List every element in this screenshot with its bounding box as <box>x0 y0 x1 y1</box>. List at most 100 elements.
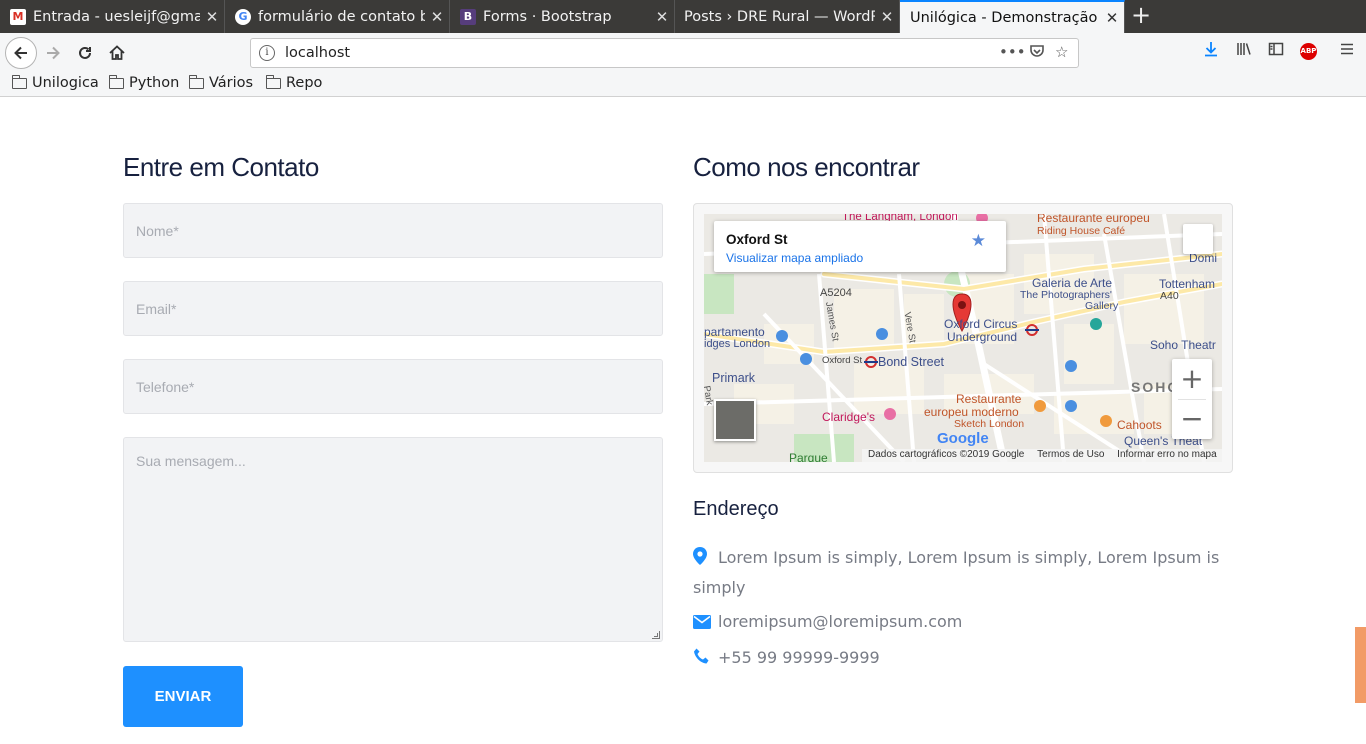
url-text[interactable]: localhost <box>285 45 350 61</box>
reload-button[interactable] <box>70 38 100 68</box>
map-data-credit: Dados cartográficos ©2019 Google <box>868 449 1025 460</box>
bookmark-star-icon[interactable]: ☆ <box>1055 43 1068 61</box>
reload-icon <box>79 46 91 59</box>
map-container: The Langham, London Restaurante europeu … <box>693 203 1233 473</box>
phone-text[interactable]: +55 99 99999-9999 <box>718 648 880 667</box>
home-button[interactable] <box>102 38 132 68</box>
resize-handle-icon[interactable] <box>652 631 660 639</box>
close-tab-icon[interactable]: ✕ <box>650 8 674 26</box>
close-tab-icon[interactable]: ✕ <box>1100 9 1124 27</box>
bookmarks-toolbar: Unilogica Python Vários Repo <box>0 73 1366 97</box>
tab-title: Entrada - uesleijf@gmail.com <box>33 8 200 25</box>
map-label-apartamento: partamento <box>704 325 765 339</box>
new-tab-button[interactable]: + <box>1126 0 1156 33</box>
google-logo: Google <box>937 430 989 447</box>
map-label-cahoots: Cahoots <box>1117 418 1162 432</box>
map-label-a40: A40 <box>1160 290 1179 302</box>
map-label-sketch: Sketch London <box>954 418 1025 430</box>
bookmark-folder-varios[interactable]: Vários <box>188 74 253 91</box>
fullscreen-button[interactable] <box>1183 224 1213 254</box>
url-bar[interactable]: i localhost ••• ☆ <box>250 38 1079 68</box>
map-label-riding-house: Riding House Café <box>1037 225 1126 237</box>
map-label-claridges: Claridge's <box>822 410 875 424</box>
message-placeholder: Sua mensagem... <box>136 453 246 469</box>
navigation-toolbar: i localhost ••• ☆ ABP <box>0 33 1366 73</box>
folder-icon <box>188 74 204 89</box>
name-field[interactable]: Nome* <box>123 203 663 258</box>
map-attribution: Dados cartográficos ©2019 Google Termos … <box>862 449 1222 462</box>
bookmark-folder-unilogica[interactable]: Unilogica <box>11 74 99 91</box>
email-line: loremipsum@loremipsum.com <box>693 608 962 638</box>
tab-title: formulário de contato bootstrap <box>258 8 425 25</box>
address-line: Lorem Ipsum is simply, Lorem Ipsum is si… <box>693 544 1233 602</box>
map-label-europeu-moderno: europeu moderno <box>924 405 1019 419</box>
report-error-link[interactable]: Informar erro no mapa <box>1117 449 1217 460</box>
bookmark-label: Unilogica <box>32 75 99 91</box>
address-heading: Endereço <box>693 498 779 520</box>
page-content: Entre em Contato Nome* Email* Telefone* … <box>0 97 1366 744</box>
map-label-underground: Underground <box>947 330 1018 344</box>
tab-google[interactable]: G formulário de contato bootstrap ✕ <box>225 0 450 33</box>
save-star-icon[interactable]: ★ <box>971 231 986 251</box>
adblock-icon[interactable]: ABP <box>1300 43 1317 60</box>
find-us-heading: Como nos encontrar <box>693 152 920 182</box>
close-tab-icon[interactable]: ✕ <box>425 8 449 26</box>
tab-gmail[interactable]: M Entrada - uesleijf@gmail.com ✕ <box>0 0 225 33</box>
sidebar-icon[interactable] <box>1268 41 1284 61</box>
pocket-icon[interactable] <box>1029 43 1045 63</box>
email-placeholder: Email* <box>136 301 177 317</box>
tab-wordpress[interactable]: Posts › DRE Rural — WordPress ✕ <box>675 0 900 33</box>
page-actions-icon[interactable]: ••• <box>999 43 1026 61</box>
google-icon: G <box>235 8 251 25</box>
scrollbar-thumb[interactable] <box>1355 627 1366 703</box>
phone-placeholder: Telefone* <box>136 379 195 395</box>
map-label-oxford-circus: Oxford Circus <box>944 317 1018 331</box>
envelope-icon <box>693 610 711 638</box>
address-text: Lorem Ipsum is simply, Lorem Ipsum is si… <box>693 548 1220 597</box>
menu-icon[interactable] <box>1339 41 1355 61</box>
map-label-tottenham: Tottenham <box>1159 277 1216 291</box>
close-tab-icon[interactable]: ✕ <box>200 8 224 26</box>
bookmark-label: Repo <box>286 75 323 91</box>
zoom-control: + − <box>1172 359 1212 439</box>
message-field[interactable]: Sua mensagem... <box>123 437 663 642</box>
map-label-oxford-st: Oxford St <box>822 355 863 366</box>
satellite-toggle[interactable] <box>714 399 756 441</box>
enlarge-map-link[interactable]: Visualizar mapa ampliado <box>726 251 863 265</box>
terms-link[interactable]: Termos de Uso <box>1037 449 1104 460</box>
map-label-primark: Primark <box>712 371 756 385</box>
back-button[interactable] <box>5 37 37 69</box>
tab-title: Forms · Bootstrap <box>483 8 612 25</box>
site-info-icon[interactable]: i <box>259 45 275 61</box>
phone-icon <box>693 646 710 674</box>
forward-button[interactable] <box>38 38 68 68</box>
arrow-right-icon <box>47 46 60 60</box>
bookmark-folder-python[interactable]: Python <box>108 74 180 91</box>
email-text[interactable]: loremipsum@loremipsum.com <box>718 612 962 631</box>
zoom-out-button[interactable]: − <box>1172 399 1212 439</box>
email-field[interactable]: Email* <box>123 281 663 336</box>
submit-button[interactable]: ENVIAR <box>123 666 243 727</box>
bookmark-folder-repo[interactable]: Repo <box>265 74 323 91</box>
map-place-title: Oxford St <box>726 232 788 247</box>
close-tab-icon[interactable]: ✕ <box>875 8 899 26</box>
name-placeholder: Nome* <box>136 223 179 239</box>
folder-icon <box>265 74 281 89</box>
download-icon[interactable] <box>1203 41 1219 61</box>
tab-title: Unilógica - Demonstração <box>910 9 1098 26</box>
bookmark-label: Python <box>129 75 180 91</box>
map-info-card: Oxford St Visualizar mapa ampliado ★ <box>714 221 1006 272</box>
map-label-soho-theatre: Soho Theatr <box>1150 338 1216 352</box>
arrow-left-icon <box>14 46 27 60</box>
folder-icon <box>108 74 124 89</box>
zoom-in-button[interactable]: + <box>1172 359 1212 399</box>
phone-field[interactable]: Telefone* <box>123 359 663 414</box>
tab-strip: M Entrada - uesleijf@gmail.com ✕ G formu… <box>0 0 1366 33</box>
tab-unilogica[interactable]: Unilógica - Demonstração ✕ <box>900 0 1125 33</box>
tab-bootstrap[interactable]: B Forms · Bootstrap ✕ <box>450 0 675 33</box>
home-icon <box>109 45 125 60</box>
bootstrap-icon: B <box>460 8 476 25</box>
google-map[interactable]: The Langham, London Restaurante europeu … <box>704 214 1222 462</box>
phone-line: +55 99 99999-9999 <box>693 644 880 674</box>
library-icon[interactable] <box>1236 41 1252 61</box>
